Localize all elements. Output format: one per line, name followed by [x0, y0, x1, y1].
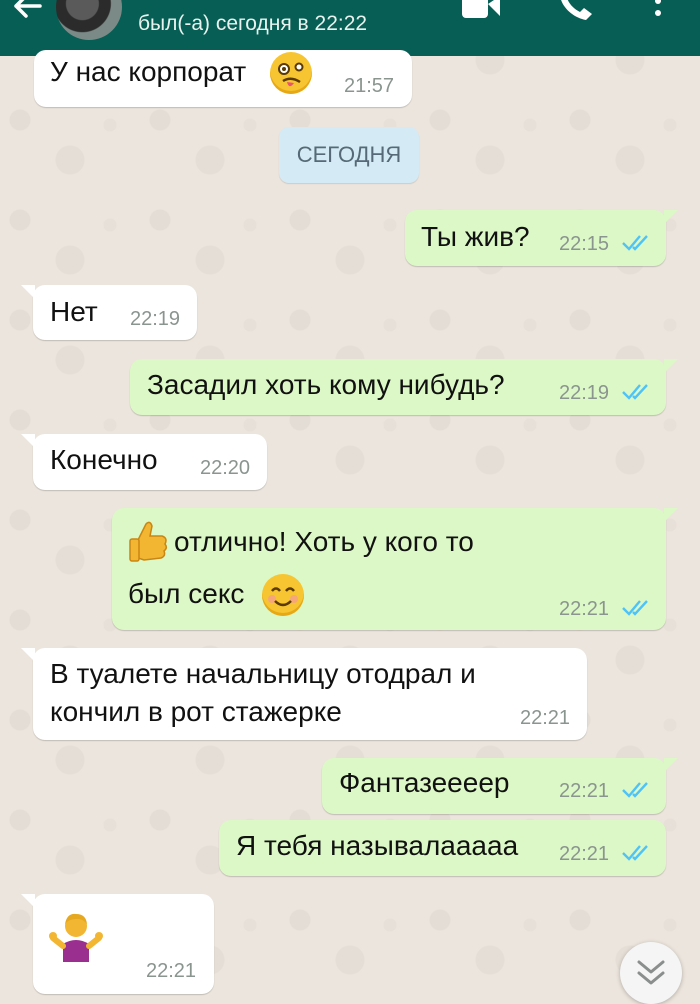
read-receipt-icon — [622, 782, 648, 798]
message-time: 22:21 — [559, 598, 610, 620]
thumbs-up-emoji-icon — [129, 521, 168, 562]
read-receipt-icon — [622, 384, 648, 400]
message-time: 22:15 — [559, 233, 610, 255]
message-text: Фантазеееер — [339, 767, 510, 798]
message-text-line-1: отлично! Хоть у кого то — [174, 526, 474, 557]
read-receipt-icon — [622, 845, 648, 861]
message-text: Конечно — [50, 444, 158, 475]
smiling-face-emoji-icon — [262, 574, 304, 616]
phone-icon[interactable] — [556, 0, 596, 22]
incoming-message[interactable]: 22:21 — [21, 894, 214, 994]
message-text-line-2: кончил в рот стажерке — [50, 696, 342, 727]
incoming-message[interactable]: У нас корпорат 21:57 — [34, 50, 412, 107]
outgoing-message[interactable]: отлично! Хоть у кого то был секс 22:21 — [112, 508, 678, 630]
message-time: 22:19 — [559, 382, 610, 404]
video-camera-icon[interactable] — [460, 0, 502, 22]
message-time: 22:21 — [146, 960, 197, 982]
read-receipt-icon — [622, 235, 648, 251]
avatar[interactable] — [56, 0, 122, 40]
message-text: Нет — [50, 296, 98, 327]
message-text: Ты жив? — [421, 221, 530, 252]
message-time: 22:20 — [200, 457, 251, 479]
incoming-message[interactable]: В туалете начальницу отодрал и кончил в … — [21, 648, 587, 740]
outgoing-message[interactable]: Засадил хоть кому нибудь? 22:19 — [130, 359, 678, 415]
outgoing-message[interactable]: Ты жив? 22:15 — [405, 210, 678, 266]
message-time: 22:21 — [559, 780, 610, 802]
more-vert-icon[interactable] — [648, 0, 668, 22]
incoming-message[interactable]: Нет 22:19 — [21, 285, 197, 340]
read-receipt-icon — [622, 600, 648, 616]
message-time: 22:19 — [130, 308, 181, 330]
message-time: 22:21 — [559, 843, 610, 865]
last-seen-status: был(-а) сегодня в 22:22 — [138, 12, 368, 35]
message-text: Я тебя называлааааа — [236, 830, 519, 861]
message-text-line-1: В туалете начальницу отодрал и — [50, 658, 476, 689]
scroll-to-bottom-button[interactable] — [620, 942, 682, 1004]
date-separator: СЕГОДНЯ — [279, 127, 419, 183]
message-text-line-2: был секс — [128, 578, 245, 609]
person-shrugging-emoji-icon — [49, 913, 103, 962]
back-arrow-icon[interactable] — [10, 0, 50, 20]
message-text: У нас корпорат — [50, 56, 247, 87]
chat-header: был(-а) сегодня в 22:22 — [0, 0, 700, 56]
outgoing-message[interactable]: Фантазеееер 22:21 — [322, 758, 678, 814]
chevron-double-down-icon — [637, 960, 665, 985]
woozy-face-emoji-icon — [270, 52, 312, 94]
incoming-message[interactable]: Конечно 22:20 — [21, 434, 267, 490]
message-text: Засадил хоть кому нибудь? — [147, 369, 505, 400]
message-time: 22:21 — [520, 707, 571, 729]
message-time: 21:57 — [344, 75, 395, 97]
outgoing-message[interactable]: Я тебя называлааааа 22:21 — [219, 820, 666, 876]
